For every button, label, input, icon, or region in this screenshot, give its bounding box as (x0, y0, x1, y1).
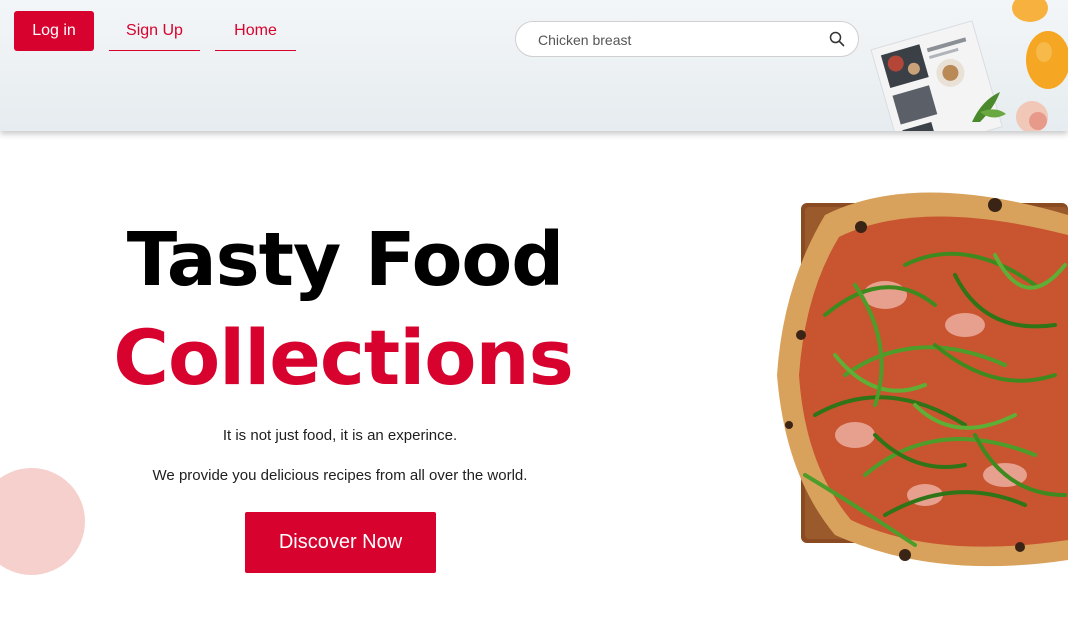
nav-signup-link[interactable]: Sign Up (109, 12, 200, 51)
search-input[interactable] (536, 22, 820, 58)
search-icon[interactable] (829, 31, 845, 47)
header-food-photo (870, 0, 1068, 131)
hero-tagline: It is not just food, it is an experince. (222, 427, 458, 444)
nav-home-link[interactable]: Home (215, 12, 296, 51)
login-button[interactable]: Log in (14, 11, 94, 51)
hero-title-accent: Collections (113, 313, 574, 402)
search-box (515, 21, 859, 58)
discover-now-button[interactable]: Discover Now (245, 512, 436, 573)
header-bar: Log in Sign Up Home (0, 0, 1068, 131)
hero-description: We provide you delicious recipes from al… (152, 467, 528, 484)
decorative-circle (0, 468, 85, 575)
hero-title-primary: Tasty Food (126, 217, 565, 303)
pizza-image (777, 192, 1068, 567)
